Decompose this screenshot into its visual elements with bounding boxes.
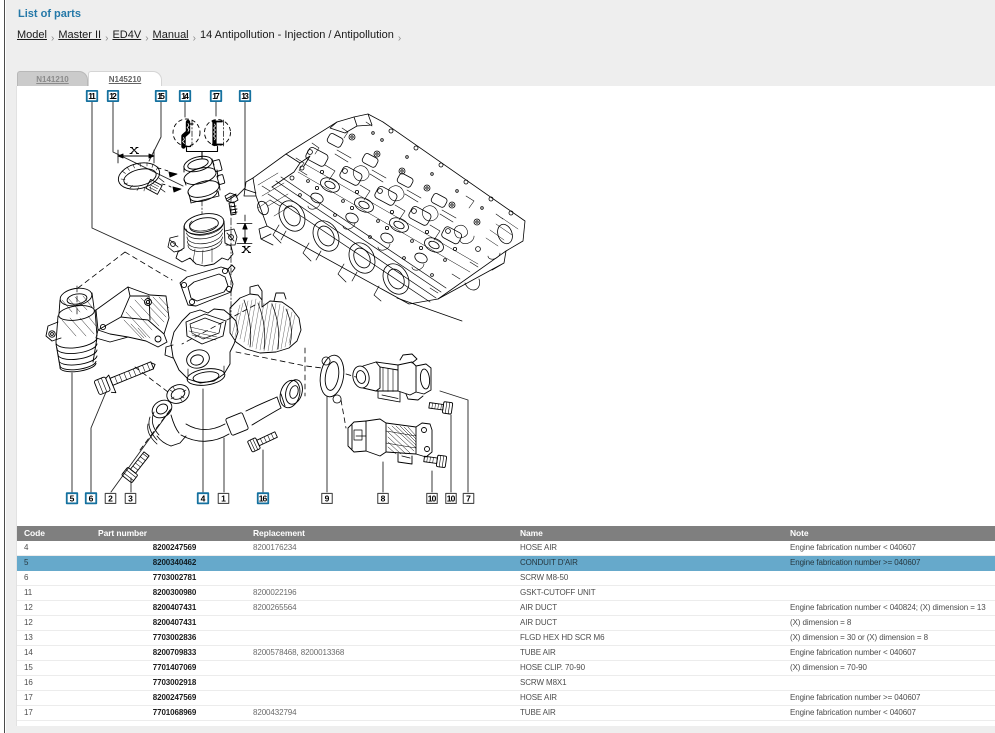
svg-text:15: 15 (157, 91, 165, 101)
svg-text:11: 11 (88, 91, 96, 101)
svg-text:10: 10 (447, 494, 456, 504)
svg-text:2: 2 (108, 494, 113, 504)
svg-text:10: 10 (428, 494, 437, 504)
svg-text:1: 1 (221, 494, 226, 504)
svg-text:12: 12 (109, 91, 117, 101)
svg-text:17: 17 (212, 91, 220, 101)
svg-text:9: 9 (325, 494, 330, 504)
svg-text:8: 8 (381, 494, 386, 504)
svg-text:14: 14 (181, 91, 189, 101)
svg-text:5: 5 (70, 494, 75, 504)
svg-text:3: 3 (128, 494, 133, 504)
svg-text:7: 7 (466, 494, 471, 504)
svg-text:4: 4 (201, 494, 206, 504)
svg-text:6: 6 (89, 494, 94, 504)
svg-text:13: 13 (241, 91, 249, 101)
svg-text:16: 16 (259, 494, 268, 504)
